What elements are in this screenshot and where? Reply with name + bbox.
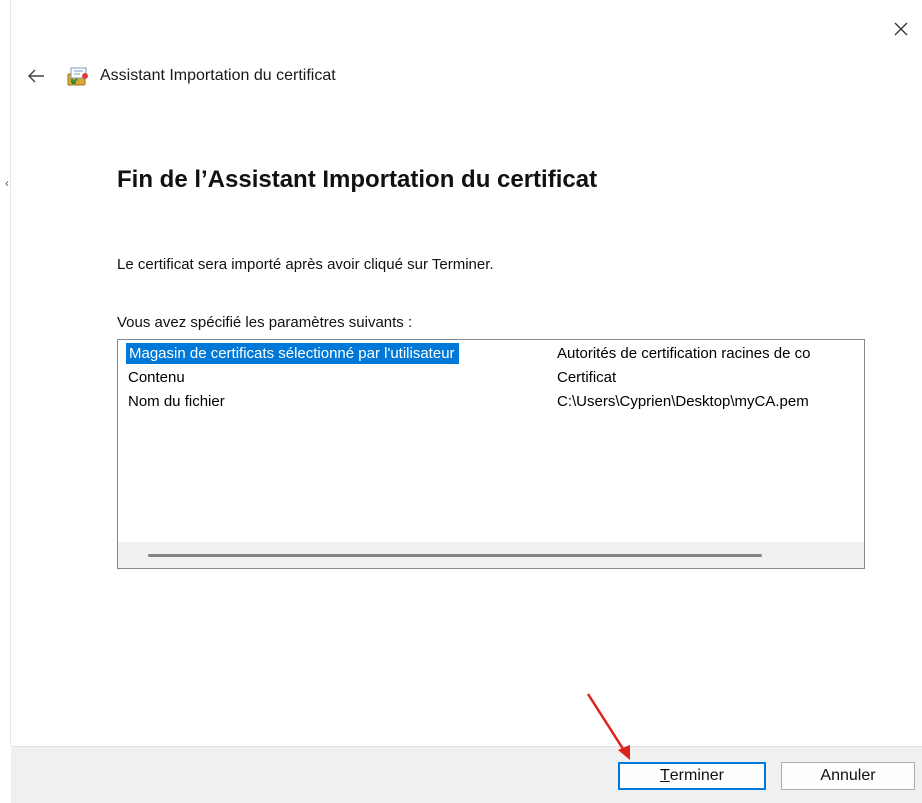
background-window-edge: ‹ <box>0 0 11 746</box>
wizard-footer: Terminer Annuler <box>11 746 922 803</box>
close-icon <box>894 22 908 36</box>
list-item[interactable]: Nom du fichier C:\Users\Cyprien\Desktop\… <box>118 391 864 413</box>
wizard-header: Assistant Importation du certificat <box>22 62 336 90</box>
list-item[interactable]: Magasin de certificats sélectionné par l… <box>118 343 864 365</box>
finish-button[interactable]: Terminer <box>618 762 766 790</box>
header-title: Assistant Importation du certificat <box>100 67 336 84</box>
param-key: Nom du fichier <box>128 393 225 410</box>
param-key: Magasin de certificats sélectionné par l… <box>126 343 459 364</box>
param-value: Certificat <box>557 369 617 386</box>
finish-accelerator: T <box>659 767 670 784</box>
cancel-button[interactable]: Annuler <box>781 762 915 790</box>
finish-label: erminer <box>669 767 724 784</box>
back-arrow-icon <box>28 69 44 83</box>
list-item[interactable]: Contenu Certificat <box>118 367 864 389</box>
params-list[interactable]: Magasin de certificats sélectionné par l… <box>117 339 865 569</box>
edge-mark: ‹ <box>5 176 9 190</box>
horizontal-scrollbar[interactable] <box>118 542 864 568</box>
back-button[interactable] <box>22 62 50 90</box>
certificate-icon <box>67 67 88 86</box>
param-value: Autorités de certification racines de co <box>557 345 811 362</box>
scrollbar-thumb[interactable] <box>148 554 762 557</box>
params-label: Vous avez spécifié les paramètres suivan… <box>117 314 413 331</box>
description-text: Le certificat sera importé après avoir c… <box>117 256 494 273</box>
page-title: Fin de l’Assistant Importation du certif… <box>117 166 598 193</box>
param-key: Contenu <box>128 369 185 386</box>
param-value: C:\Users\Cyprien\Desktop\myCA.pem <box>557 393 809 410</box>
close-button[interactable] <box>886 14 916 44</box>
